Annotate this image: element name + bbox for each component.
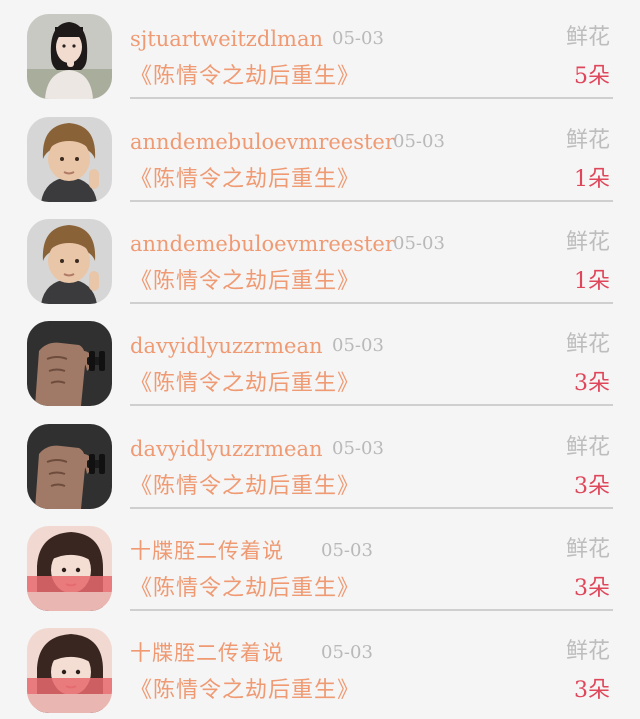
username[interactable]: anndemebuloevmreester: [130, 128, 395, 156]
gift-count: 3朵: [574, 371, 610, 396]
row-divider: [130, 404, 613, 406]
user-avatar[interactable]: [27, 117, 112, 202]
gift-date: 05-03: [332, 438, 384, 459]
gift-date: 05-03: [321, 642, 373, 663]
gift-record-row[interactable]: 十牒胵二传着说 05-03 鲜花 《陈情令之劫后重生》 3朵: [0, 512, 640, 614]
gift-record-row[interactable]: anndemebuloevmreester 05-03 鲜花 《陈情令之劫后重生…: [0, 103, 640, 205]
gift-record-row[interactable]: davyidlyuzzrmean 05-03 鲜花 《陈情令之劫后重生》 3朵: [0, 410, 640, 512]
child-portrait-icon: [27, 219, 112, 304]
book-title[interactable]: 《陈情令之劫后重生》: [130, 62, 360, 92]
gift-type-label: 鲜花: [565, 332, 610, 357]
gift-record-row[interactable]: sjtuartweitzdlman 05-03 鲜花 《陈情令之劫后重生》 5朵: [0, 0, 640, 102]
gift-record-row[interactable]: anndemebuloevmreester 05-03 鲜花 《陈情令之劫后重生…: [0, 205, 640, 307]
username[interactable]: sjtuartweitzdlman: [130, 25, 323, 53]
row-divider: [130, 200, 613, 202]
user-avatar[interactable]: [27, 321, 112, 406]
gift-count: 1朵: [574, 167, 610, 192]
gift-record-row[interactable]: 十牒胵二传着说 05-03 鲜花 《陈情令之劫后重生》 3朵: [0, 614, 640, 716]
row-divider: [130, 609, 613, 611]
username[interactable]: davyidlyuzzrmean: [130, 332, 323, 360]
gift-type-label: 鲜花: [565, 639, 610, 664]
book-title[interactable]: 《陈情令之劫后重生》: [130, 472, 360, 502]
girl-selfie-icon: [27, 526, 112, 611]
gift-count: 3朵: [574, 678, 610, 703]
user-avatar[interactable]: [27, 628, 112, 713]
gift-count: 3朵: [574, 576, 610, 601]
username[interactable]: 十牒胵二传着说: [130, 639, 284, 667]
book-title[interactable]: 《陈情令之劫后重生》: [130, 676, 360, 706]
book-title[interactable]: 《陈情令之劫后重生》: [130, 574, 360, 604]
gift-count: 3朵: [574, 474, 610, 499]
book-title[interactable]: 《陈情令之劫后重生》: [130, 165, 360, 195]
bodybuilder-dumbbell-icon: [27, 424, 112, 509]
user-avatar[interactable]: [27, 219, 112, 304]
user-avatar[interactable]: [27, 526, 112, 611]
gift-count: 5朵: [574, 64, 610, 89]
row-divider: [130, 302, 613, 304]
child-portrait-icon: [27, 117, 112, 202]
bodybuilder-dumbbell-icon: [27, 321, 112, 406]
row-divider: [130, 97, 613, 99]
gift-date: 05-03: [321, 540, 373, 561]
row-divider: [130, 507, 613, 509]
gift-type-label: 鲜花: [565, 128, 610, 153]
gift-type-label: 鲜花: [565, 230, 610, 255]
username[interactable]: anndemebuloevmreester: [130, 230, 395, 258]
gift-type-label: 鲜花: [565, 435, 610, 460]
gift-date: 05-03: [332, 335, 384, 356]
gift-type-label: 鲜花: [565, 25, 610, 50]
gift-date: 05-03: [393, 131, 445, 152]
girl-selfie-icon: [27, 628, 112, 713]
gift-date: 05-03: [393, 233, 445, 254]
user-avatar[interactable]: [27, 14, 112, 99]
gift-count: 1朵: [574, 269, 610, 294]
gift-record-row[interactable]: davyidlyuzzrmean 05-03 鲜花 《陈情令之劫后重生》 3朵: [0, 307, 640, 409]
book-title[interactable]: 《陈情令之劫后重生》: [130, 369, 360, 399]
gift-type-label: 鲜花: [565, 537, 610, 562]
gift-date: 05-03: [332, 28, 384, 49]
username[interactable]: 十牒胵二传着说: [130, 537, 284, 565]
book-title[interactable]: 《陈情令之劫后重生》: [130, 267, 360, 297]
girl-portrait-icon: [27, 14, 112, 99]
gift-record-list: sjtuartweitzdlman 05-03 鲜花 《陈情令之劫后重生》 5朵…: [0, 0, 640, 719]
username[interactable]: davyidlyuzzrmean: [130, 435, 323, 463]
user-avatar[interactable]: [27, 424, 112, 509]
